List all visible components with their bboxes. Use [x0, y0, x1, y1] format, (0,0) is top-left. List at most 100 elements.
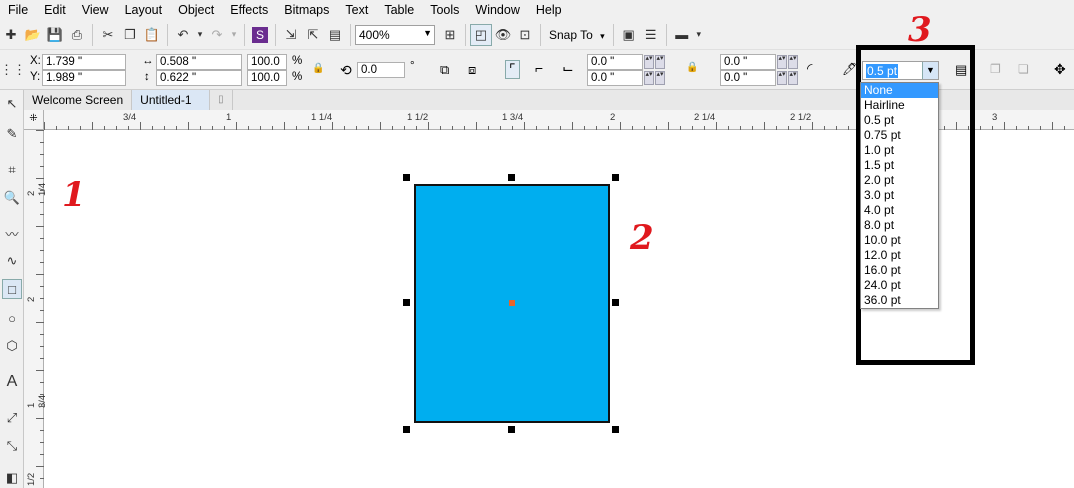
menu-table[interactable]: Table	[376, 0, 422, 20]
corner-radius-top-right[interactable]: 0.0 "	[720, 54, 776, 70]
lock-corners-icon[interactable]: 🔒	[686, 62, 698, 73]
to-back-icon[interactable]: ❏	[1018, 62, 1029, 76]
ruler-origin[interactable]: ⁜	[24, 110, 44, 130]
cut-icon[interactable]: ✂	[97, 24, 119, 46]
rectangle-tool-icon[interactable]: □	[2, 279, 22, 299]
full-screen-preview-icon[interactable]: ◰	[470, 23, 492, 46]
corner-link-spinner-4[interactable]: ▴▾	[788, 71, 798, 85]
menu-window[interactable]: Window	[467, 0, 527, 20]
corner-link-spinner[interactable]: ▴▾	[655, 55, 665, 69]
import-icon[interactable]: ⇲	[280, 24, 302, 46]
handle-middle-right[interactable]	[612, 299, 619, 306]
outline-option[interactable]: 3.0 pt	[861, 188, 938, 203]
handle-top-left[interactable]	[403, 174, 410, 181]
outline-option[interactable]: 2.0 pt	[861, 173, 938, 188]
ellipse-tool-icon[interactable]: ○	[2, 308, 22, 328]
scale-width-field[interactable]: 100.0	[247, 54, 287, 70]
round-corner-icon[interactable]: ⌜	[505, 60, 520, 79]
menu-view[interactable]: View	[74, 0, 117, 20]
handle-top-center[interactable]	[508, 174, 515, 181]
menu-tools[interactable]: Tools	[422, 0, 467, 20]
handle-top-right[interactable]	[612, 174, 619, 181]
mirror-horizontal-icon[interactable]: ⧉	[440, 62, 449, 78]
outline-option[interactable]: None	[861, 83, 938, 98]
corner-link-spinner-3[interactable]: ▴▾	[788, 55, 798, 69]
corner-radius-bottom-left[interactable]: 0.0 "	[587, 70, 643, 86]
y-position-field[interactable]: 1.989 "	[42, 70, 126, 86]
zoom-to-fit-icon[interactable]: ⊞	[439, 24, 461, 46]
menu-text[interactable]: Text	[337, 0, 376, 20]
freehand-tool-icon[interactable]: 〰	[2, 223, 22, 243]
polygon-tool-icon[interactable]: ⬡	[2, 336, 22, 356]
outline-option[interactable]: Hairline	[861, 98, 938, 113]
menu-bitmaps[interactable]: Bitmaps	[276, 0, 337, 20]
crop-tool-icon[interactable]: ⌗	[2, 160, 22, 180]
corner-tr-spinner[interactable]: ▴▾	[777, 55, 787, 69]
new-tab-icon[interactable]: ▯	[210, 90, 233, 110]
menu-object[interactable]: Object	[170, 0, 222, 20]
object-origin-icon[interactable]: ⋮⋮	[0, 59, 26, 81]
show-rulers-icon[interactable]: ⊡	[514, 24, 536, 46]
undo-dropdown-icon[interactable]: ▾	[194, 24, 206, 46]
lock-ratio-icon[interactable]: 🔒	[312, 63, 324, 74]
outline-option[interactable]: 8.0 pt	[861, 218, 938, 233]
menu-edit[interactable]: Edit	[36, 0, 74, 20]
menu-layout[interactable]: Layout	[117, 0, 171, 20]
show-grid-icon[interactable]: 👁	[492, 24, 514, 46]
open-folder-icon[interactable]: 📂	[22, 24, 44, 46]
corner-tl-spinner[interactable]: ▴▾	[644, 55, 654, 69]
tab-welcome-screen[interactable]: Welcome Screen	[24, 90, 133, 110]
corner-bl-spinner[interactable]: ▴▾	[644, 71, 654, 85]
width-field[interactable]: 0.508 "	[156, 54, 242, 70]
zoom-tool-icon[interactable]: 🔍	[2, 188, 22, 208]
redo-icon[interactable]: ↷	[206, 24, 228, 46]
handle-middle-left[interactable]	[403, 299, 410, 306]
copy-icon[interactable]: ❐	[119, 24, 141, 46]
options-icon[interactable]: ☰	[640, 24, 662, 46]
corner-radius-top-left[interactable]: 0.0 "	[587, 54, 643, 70]
scale-height-field[interactable]: 100.0	[247, 70, 287, 86]
outline-option[interactable]: 10.0 pt	[861, 233, 938, 248]
outline-option[interactable]: 12.0 pt	[861, 248, 938, 263]
relative-corner-scaling-icon[interactable]: ◜	[807, 60, 812, 77]
outline-option[interactable]: 24.0 pt	[861, 278, 938, 293]
zoom-level-combo[interactable]: 400% ▼	[355, 24, 435, 45]
corner-radius-bottom-right[interactable]: 0.0 "	[720, 70, 776, 86]
outline-option[interactable]: 0.75 pt	[861, 128, 938, 143]
outline-option[interactable]: 16.0 pt	[861, 263, 938, 278]
redo-dropdown-icon[interactable]: ▾	[228, 24, 240, 46]
publish-pdf-icon[interactable]: ▤	[324, 24, 346, 46]
menu-file[interactable]: File	[0, 0, 36, 20]
tab-untitled-1[interactable]: Untitled-1	[132, 90, 211, 110]
chamfered-corner-icon[interactable]: ⌙	[562, 60, 574, 77]
connector-tool-icon[interactable]: ⤡	[2, 436, 22, 456]
vertical-ruler[interactable]: 2 1/4 2 1 3/4 1/2	[24, 130, 48, 488]
new-document-icon[interactable]: ✚	[0, 24, 22, 46]
x-position-field[interactable]: 1.739 "	[42, 54, 126, 70]
height-field[interactable]: 0.622 "	[156, 70, 242, 86]
outline-option[interactable]: 4.0 pt	[861, 203, 938, 218]
text-tool-icon[interactable]: A	[2, 372, 22, 392]
handle-bottom-center[interactable]	[508, 426, 515, 433]
application-launcher-icon[interactable]: ▬	[671, 24, 693, 46]
convert-to-curves-icon[interactable]: ✥	[1054, 61, 1066, 78]
corner-link-spinner-2[interactable]: ▴▾	[655, 71, 665, 85]
pick-tool-icon[interactable]: ↖	[2, 94, 22, 114]
dimension-tool-icon[interactable]: ⤢	[2, 408, 22, 428]
menu-help[interactable]: Help	[528, 0, 570, 20]
outline-option[interactable]: 1.0 pt	[861, 143, 938, 158]
menu-effects[interactable]: Effects	[222, 0, 276, 20]
outline-option[interactable]: 1.5 pt	[861, 158, 938, 173]
rotation-field[interactable]: 0.0	[357, 62, 405, 78]
search-content-icon[interactable]: S	[249, 24, 271, 46]
scalloped-corner-icon[interactable]: ⌐	[535, 60, 543, 76]
outline-option[interactable]: 0.5 pt	[861, 113, 938, 128]
shape-tool-icon[interactable]: ✎	[2, 124, 22, 144]
paste-icon[interactable]: 📋	[141, 24, 163, 46]
launcher-dropdown-icon[interactable]: ▾	[693, 24, 705, 46]
interactive-fill-icon[interactable]: ◧	[2, 468, 22, 488]
undo-icon[interactable]: ↶	[172, 24, 194, 46]
snap-to-button[interactable]: Snap To ▾	[545, 28, 609, 42]
handle-bottom-left[interactable]	[403, 426, 410, 433]
to-front-icon[interactable]: ❐	[990, 62, 1001, 76]
